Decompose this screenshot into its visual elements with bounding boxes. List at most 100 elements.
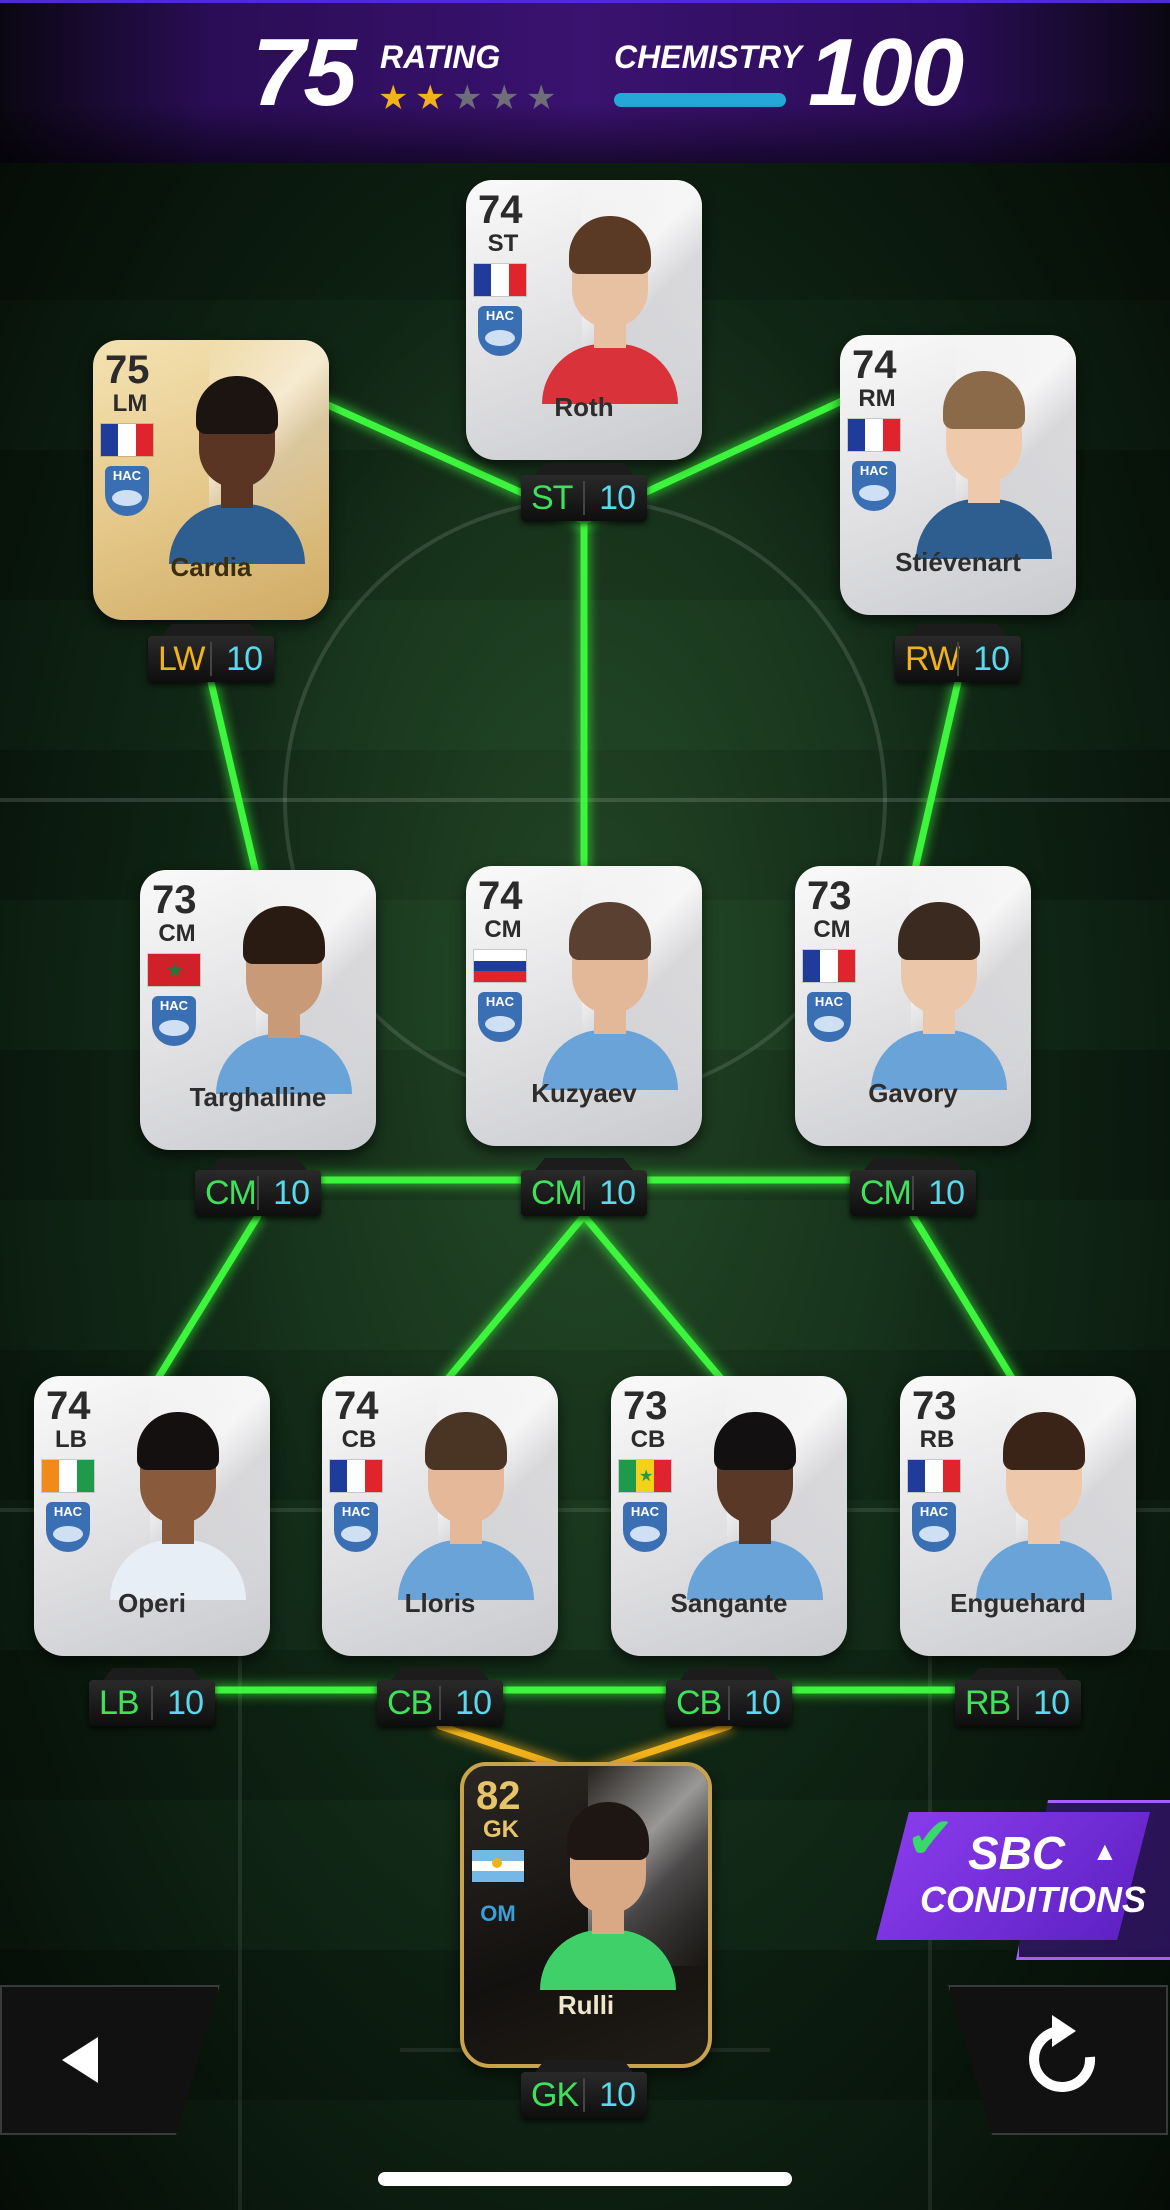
player-name: Stiévenart — [895, 547, 1021, 577]
club-badge-icon: OM — [476, 1892, 520, 1942]
chem-position: RW — [905, 640, 960, 678]
club-badge-icon: HAC — [334, 1502, 378, 1552]
player-position: ST — [487, 230, 519, 257]
chem-divider — [583, 481, 585, 515]
chem-position: CM — [531, 1174, 583, 1212]
player-name: Gavory — [868, 1078, 958, 1108]
nation-flag-icon — [803, 950, 855, 982]
nation-flag-icon — [474, 264, 526, 296]
chem-value: 10 — [273, 1174, 310, 1212]
club-badge-text: OM — [480, 1901, 516, 1926]
chem-position: LB — [99, 1684, 140, 1722]
player-card-ccm[interactable]: 74 CM HAC Kuzyaev — [466, 866, 702, 1146]
club-badge-text: HAC — [859, 463, 889, 478]
chemistry-tag-gk: GK 10 — [521, 2072, 647, 2118]
club-badge-text: HAC — [159, 998, 189, 1013]
chemistry-link-ccm-rcb — [580, 1212, 733, 1392]
sbc-label: SBC — [968, 1827, 1066, 1879]
chem-divider — [728, 1686, 730, 1720]
player-rating: 73 — [623, 1384, 668, 1428]
chemistry-tag-rw: RW 10 — [895, 636, 1021, 682]
chem-divider — [1017, 1686, 1019, 1720]
conditions-label: CONDITIONS — [920, 1879, 1147, 1920]
player-rating: 73 — [807, 874, 852, 918]
player-card-lb[interactable]: 74 LB HAC Operi — [34, 1376, 270, 1656]
player-portrait — [968, 1402, 1118, 1600]
squad-header: 75 RATING ★ ★ ★ ★ ★ CHEMISTRY 100 — [0, 0, 1170, 163]
chem-value: 10 — [1033, 1684, 1070, 1722]
club-badge-icon: HAC — [478, 306, 522, 356]
nation-flag-icon — [474, 950, 526, 982]
chemistry-tag-lb: LB 10 — [89, 1680, 215, 1726]
chem-value: 10 — [455, 1684, 492, 1722]
player-rating: 74 — [852, 343, 897, 387]
player-card-rcm[interactable]: 73 CM HAC Gavory — [795, 866, 1031, 1146]
chemistry-link-lw-lcm — [207, 678, 262, 886]
player-rating: 73 — [152, 878, 197, 922]
player-rating: 74 — [46, 1384, 91, 1428]
player-name: Enguehard — [950, 1588, 1086, 1618]
chemistry-tag-st: ST 10 — [521, 475, 647, 521]
player-name: Roth — [554, 392, 614, 422]
star-icon: ★ — [526, 79, 557, 117]
chem-value: 10 — [928, 1174, 965, 1212]
player-portrait — [102, 1402, 252, 1600]
chemistry-tag-lw: LW 10 — [148, 636, 274, 682]
player-portrait — [534, 206, 684, 404]
club-badge-icon: HAC — [623, 1502, 667, 1552]
player-card-lw[interactable]: 75 LM HAC Cardia — [93, 340, 329, 620]
chem-value: 10 — [599, 1174, 636, 1212]
chem-divider — [210, 642, 212, 676]
player-position: LB — [55, 1426, 87, 1453]
club-badge-text: HAC — [630, 1504, 660, 1519]
chem-divider — [439, 1686, 441, 1720]
player-rating: 73 — [912, 1384, 957, 1428]
chem-divider — [257, 1176, 259, 1210]
player-card-lcm[interactable]: 73 CM ★ HAC Targhalline — [140, 870, 376, 1150]
chem-value: 10 — [973, 640, 1010, 678]
player-card-rb[interactable]: 73 RB HAC Enguehard — [900, 1376, 1136, 1656]
chem-position: LW — [158, 640, 205, 678]
star-icon: ★ — [378, 79, 409, 117]
player-name: Cardia — [170, 552, 252, 582]
club-badge-text: HAC — [341, 1504, 371, 1519]
nation-flag-icon — [908, 1460, 960, 1492]
chem-divider — [583, 1176, 585, 1210]
chem-divider — [583, 2078, 585, 2112]
player-position: CB — [630, 1426, 666, 1453]
player-position: LM — [112, 390, 148, 417]
chemistry-link-ccm-lcb — [436, 1212, 588, 1392]
player-name: Kuzyaev — [531, 1078, 637, 1108]
player-portrait — [679, 1402, 829, 1600]
player-position: RM — [858, 385, 896, 412]
nation-flag-icon — [472, 1850, 524, 1882]
player-position: GK — [483, 1816, 519, 1843]
club-badge-icon: HAC — [478, 992, 522, 1042]
player-position: CM — [484, 916, 522, 943]
player-portrait — [908, 361, 1058, 559]
chemistry-tag-lcb: CB 10 — [377, 1680, 503, 1726]
sbc-conditions-button[interactable]: ✔ SBC ▲ CONDITIONS — [876, 1800, 1170, 1960]
squad-chemistry-value: 100 — [808, 19, 964, 126]
player-name: Targhalline — [189, 1082, 327, 1112]
club-badge-icon: HAC — [152, 996, 196, 1046]
chemistry-tag-rcb: CB 10 — [666, 1680, 792, 1726]
player-rating: 74 — [478, 874, 523, 918]
chem-position: CM — [205, 1174, 257, 1212]
home-indicator[interactable] — [378, 2172, 792, 2186]
nation-flag-icon — [101, 424, 153, 456]
club-badge-text: HAC — [485, 308, 515, 323]
chemistry-tag-ccm: CM 10 — [521, 1170, 647, 1216]
player-card-gk[interactable]: 82 GK OM Rulli — [460, 1762, 712, 2068]
player-rating: 75 — [105, 348, 150, 392]
player-portrait — [532, 1792, 682, 1990]
player-card-st[interactable]: 74 ST HAC Roth — [466, 180, 702, 460]
chem-value: 10 — [744, 1684, 781, 1722]
player-card-rw[interactable]: 74 RM HAC Stiévenart — [840, 335, 1076, 615]
club-badge-icon: HAC — [105, 466, 149, 516]
chem-value: 10 — [599, 2076, 636, 2114]
nation-flag-icon — [848, 419, 900, 451]
player-card-rcb[interactable]: 73 CB ★ HAC Sangante — [611, 1376, 847, 1656]
player-card-lcb[interactable]: 74 CB HAC Lloris — [322, 1376, 558, 1656]
nation-flag-icon: ★ — [148, 954, 200, 986]
